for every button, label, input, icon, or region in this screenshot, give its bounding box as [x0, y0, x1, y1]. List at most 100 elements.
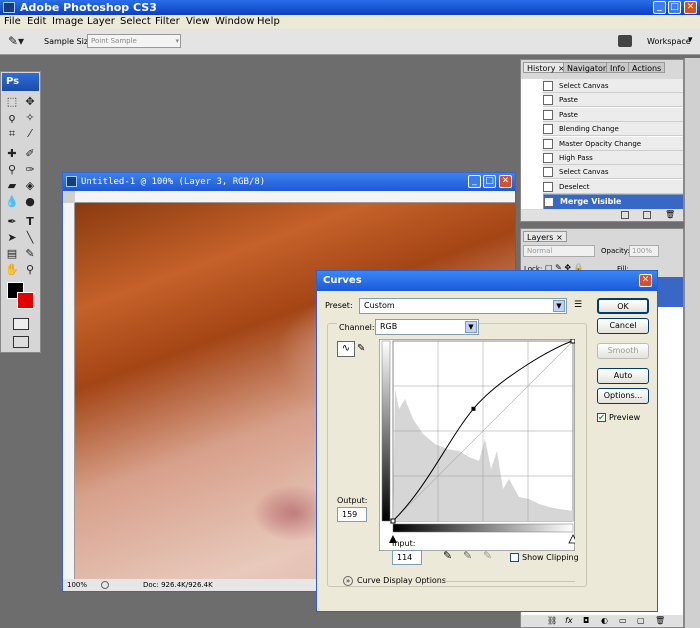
history-item[interactable]: Paste — [543, 93, 683, 108]
history-item[interactable]: Merge Visible — [543, 194, 683, 209]
history-item[interactable]: Blending Change — [543, 122, 683, 137]
tab-actions[interactable]: Actions — [628, 62, 666, 73]
eyedropper-tool-icon[interactable]: ✎ — [22, 246, 38, 262]
brush-tool-icon[interactable]: ✐ — [22, 146, 38, 162]
trash-icon[interactable]: 🗑 — [665, 210, 675, 219]
history-item[interactable]: Select Canvas — [543, 79, 683, 93]
pencil-mode-icon[interactable]: ✎ — [357, 341, 371, 357]
new-snapshot-icon[interactable] — [643, 211, 651, 219]
channel-select[interactable]: RGB ▼ — [375, 319, 479, 335]
healing-brush-tool-icon[interactable]: ✚ — [4, 146, 20, 162]
quick-mask-icon[interactable] — [13, 318, 29, 330]
expand-display-options-icon[interactable]: » — [343, 576, 353, 586]
slice-tool-icon[interactable]: ⁄ — [22, 126, 38, 142]
line-tool-icon[interactable]: ╲ — [22, 230, 38, 246]
adjustment-layer-icon[interactable]: ◐ — [601, 615, 608, 627]
new-group-icon[interactable]: ▭ — [619, 615, 627, 627]
lasso-tool-icon[interactable]: ϙ — [4, 110, 20, 126]
menu-edit[interactable]: Edit — [27, 15, 46, 29]
tab-history[interactable]: History × — [523, 62, 569, 73]
doc-close-button[interactable]: ✕ — [499, 175, 512, 188]
new-layer-icon[interactable]: ▢ — [637, 615, 645, 627]
input-field[interactable]: 114 — [392, 550, 422, 565]
auto-button[interactable]: Auto — [597, 368, 649, 384]
layer-mask-icon[interactable]: ◘ — [583, 615, 589, 627]
notes-tool-icon[interactable]: ▤ — [4, 246, 20, 262]
move-tool-icon[interactable]: ✥ — [22, 94, 38, 110]
marquee-tool-icon[interactable]: ⬚ — [4, 94, 20, 110]
menu-filter[interactable]: Filter — [155, 15, 180, 29]
preset-options-icon[interactable]: ☰ — [574, 300, 582, 310]
background-color-swatch[interactable] — [17, 292, 34, 309]
delete-layer-icon[interactable]: 🗑 — [655, 615, 665, 627]
paint-bucket-tool-icon[interactable]: ◈ — [22, 178, 38, 194]
workspace-menu[interactable]: Workspace — [647, 37, 691, 46]
gray-eyedropper-icon[interactable]: ✎ — [463, 549, 472, 562]
opacity-field[interactable]: 100% — [629, 245, 659, 257]
output-field[interactable]: 159 — [337, 507, 367, 522]
tab-info[interactable]: Info — [606, 62, 630, 73]
tab-navigator[interactable]: Navigator — [563, 62, 611, 73]
horizontal-ruler[interactable] — [75, 191, 515, 203]
smooth-button[interactable]: Smooth — [597, 343, 649, 359]
bridge-icon[interactable] — [618, 35, 632, 47]
clone-stamp-tool-icon[interactable]: ⚲ — [4, 162, 20, 178]
document-title-bar[interactable]: Untitled-1 @ 100% (Layer 3, RGB/8) _ □ ✕ — [63, 173, 515, 191]
hand-tool-icon[interactable]: ✋ — [4, 262, 20, 278]
crop-tool-icon[interactable]: ⌗ — [4, 126, 20, 142]
app-title: Adobe Photoshop CS3 — [20, 1, 157, 14]
preview-checkbox[interactable]: ✔ — [597, 413, 606, 422]
menu-help[interactable]: Help — [257, 15, 280, 29]
curves-graph[interactable] — [379, 339, 575, 551]
zoom-tool-icon[interactable]: ⚲ — [22, 262, 38, 278]
menu-image[interactable]: Image — [52, 15, 83, 29]
menu-layer[interactable]: Layer — [87, 15, 115, 29]
history-item[interactable]: Master Opacity Change — [543, 136, 683, 151]
zoom-level[interactable]: 100% — [67, 579, 87, 591]
menu-window[interactable]: Window — [215, 15, 254, 29]
sample-size-select[interactable]: Point Sample ▾ — [87, 34, 181, 48]
blend-mode-select[interactable]: Normal — [523, 245, 595, 257]
ok-button[interactable]: OK — [597, 298, 649, 314]
black-eyedropper-icon[interactable]: ✎ — [443, 549, 452, 562]
dodge-tool-icon[interactable]: ● — [22, 194, 38, 210]
history-brush-tool-icon[interactable]: ✑ — [22, 162, 38, 178]
eraser-tool-icon[interactable]: ▰ — [4, 178, 20, 194]
eyedropper-tool-icon[interactable]: ✎▾ — [8, 33, 28, 49]
curve-control-point[interactable] — [471, 406, 476, 411]
options-button[interactable]: Options... — [597, 388, 649, 404]
pen-tool-icon[interactable]: ✒ — [4, 214, 20, 230]
minimize-button[interactable]: _ — [653, 1, 666, 14]
curves-close-button[interactable]: ✕ — [639, 274, 652, 287]
cancel-button[interactable]: Cancel — [597, 318, 649, 334]
tab-layers[interactable]: Layers × — [523, 231, 567, 242]
show-clipping-checkbox[interactable] — [510, 553, 519, 562]
screen-mode-icon[interactable] — [13, 336, 29, 348]
maximize-button[interactable]: □ — [668, 1, 681, 14]
history-item[interactable]: Select Canvas — [543, 165, 683, 180]
doc-maximize-button[interactable]: □ — [483, 175, 496, 188]
new-document-from-state-icon[interactable] — [621, 211, 629, 219]
curve-point-mode-icon[interactable]: ∿ — [337, 341, 355, 357]
curve-endpoint-black[interactable] — [390, 518, 396, 524]
path-selection-tool-icon[interactable]: ➤ — [4, 230, 20, 246]
link-layers-icon[interactable]: ⛓ — [547, 615, 557, 627]
menu-view[interactable]: View — [186, 15, 210, 29]
history-item[interactable]: Paste — [543, 107, 683, 122]
white-eyedropper-icon[interactable]: ✎ — [483, 549, 492, 562]
close-button[interactable]: ✕ — [684, 1, 697, 14]
status-menu-icon[interactable] — [101, 581, 109, 589]
curves-title-bar[interactable]: Curves ✕ — [317, 271, 657, 291]
history-item[interactable]: High Pass — [543, 151, 683, 165]
menu-file[interactable]: File — [4, 15, 21, 29]
curve-endpoint-white[interactable] — [570, 339, 575, 344]
type-tool-icon[interactable]: T — [22, 214, 38, 230]
history-item[interactable]: Deselect — [543, 179, 683, 194]
doc-minimize-button[interactable]: _ — [468, 175, 481, 188]
preset-select[interactable]: Custom ▼ — [359, 298, 567, 314]
blur-tool-icon[interactable]: 💧 — [4, 194, 20, 210]
layer-style-icon[interactable]: fx — [565, 615, 573, 627]
magic-wand-tool-icon[interactable]: ✧ — [22, 110, 38, 126]
menu-select[interactable]: Select — [120, 15, 151, 29]
vertical-ruler[interactable] — [63, 203, 75, 579]
